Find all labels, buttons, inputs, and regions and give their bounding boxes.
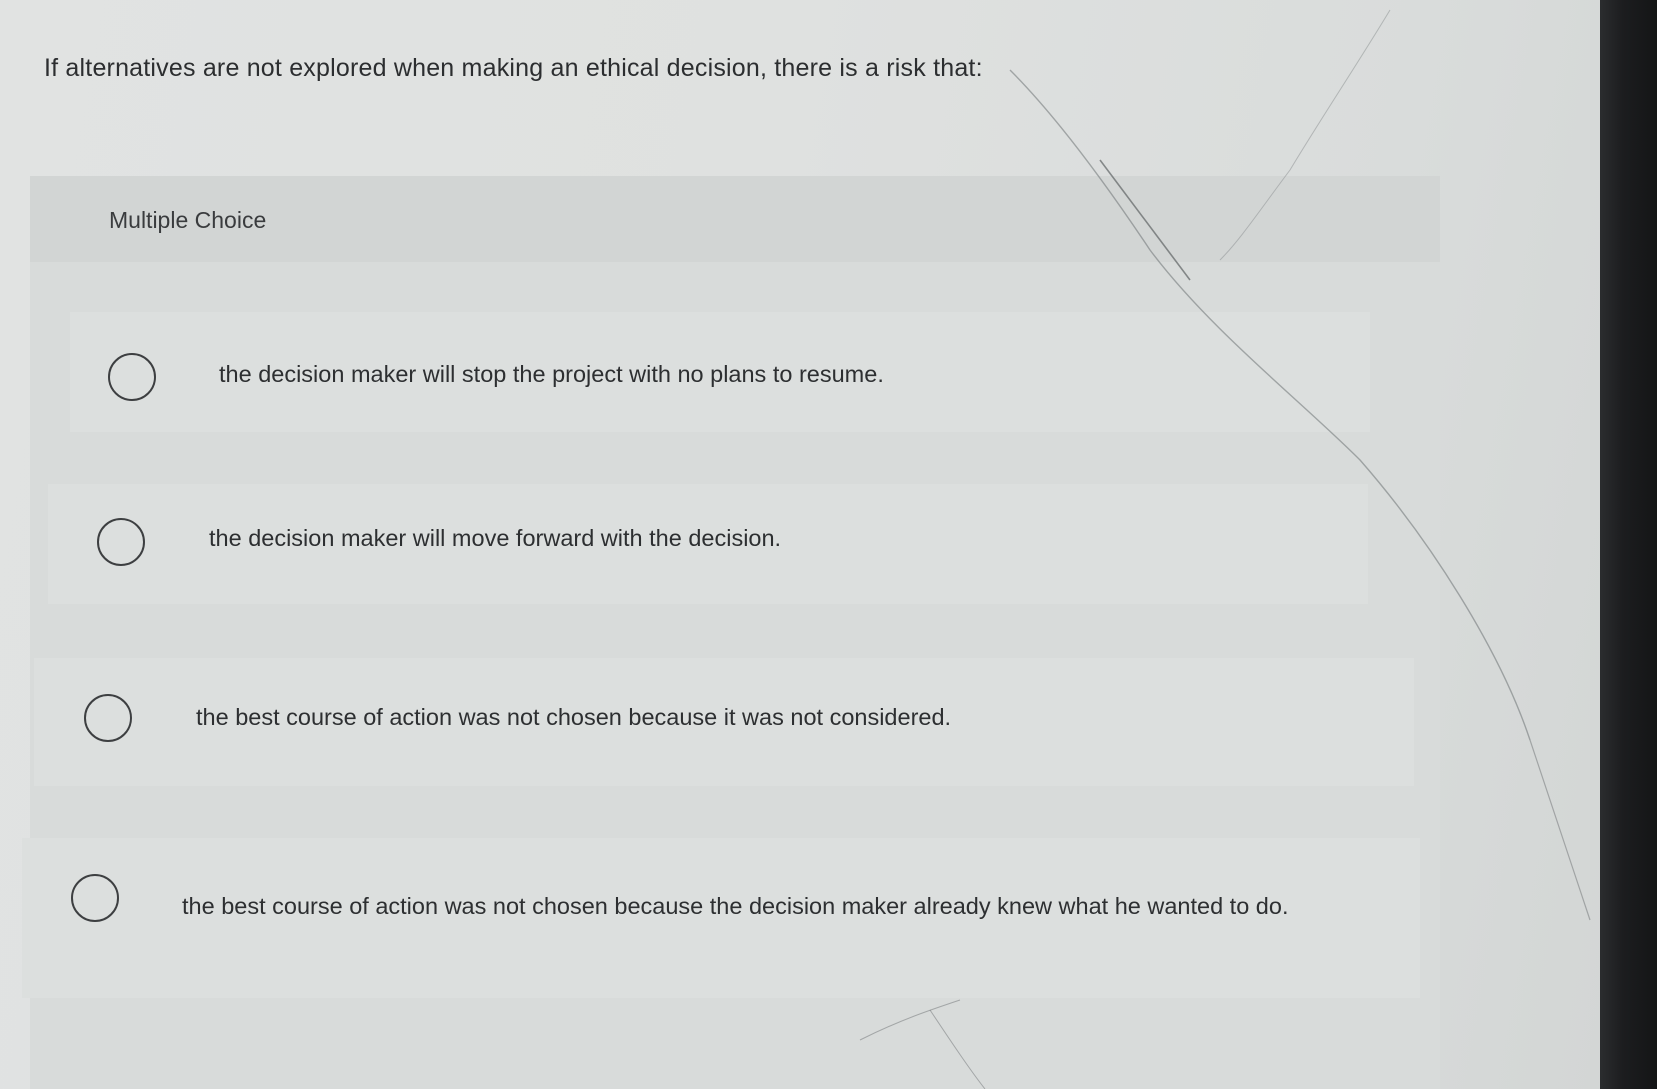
device-bezel (1600, 0, 1657, 1089)
answer-choice-3-label: the best course of action was not chosen… (196, 704, 952, 730)
answer-choice-4-label: the best course of action was not chosen… (182, 893, 1289, 919)
answer-choice-1[interactable]: the decision maker will stop the project… (70, 312, 1370, 432)
screen: If alternatives are not explored when ma… (0, 0, 1600, 1089)
radio-button-4[interactable] (71, 874, 119, 922)
radio-button-3[interactable] (84, 694, 132, 742)
question-prompt: If alternatives are not explored when ma… (44, 54, 983, 82)
answer-choice-1-label: the decision maker will stop the project… (219, 361, 884, 387)
answer-choice-3[interactable]: the best course of action was not chosen… (34, 658, 1414, 786)
radio-button-1[interactable] (108, 353, 156, 401)
radio-button-2[interactable] (97, 518, 145, 566)
answer-choice-4[interactable]: the best course of action was not chosen… (22, 838, 1420, 998)
question-type-header: Multiple Choice (30, 176, 1440, 262)
answer-choice-2-label: the decision maker will move forward wit… (209, 525, 782, 551)
answer-choice-2[interactable]: the decision maker will move forward wit… (48, 484, 1368, 604)
question-type-label: Multiple Choice (109, 207, 267, 233)
